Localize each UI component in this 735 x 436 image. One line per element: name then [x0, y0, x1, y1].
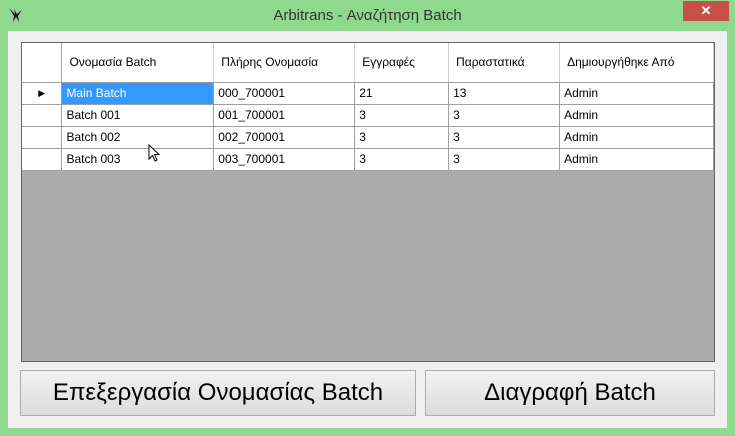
window-title: Arbitrans - Αναζήτηση Batch	[273, 7, 462, 24]
app-window: Arbitrans - Αναζήτηση Batch ✕ Ονομασία B…	[0, 0, 735, 436]
cell-full-name[interactable]: 002_700001	[213, 126, 356, 149]
cell-batch-name[interactable]: Batch 002	[61, 126, 215, 149]
row-header-cell[interactable]	[22, 104, 63, 127]
title-bar[interactable]: Arbitrans - Αναζήτηση Batch ✕	[0, 0, 735, 31]
cell-created-by[interactable]: Admin	[559, 148, 714, 171]
cell-batch-name[interactable]: Main Batch	[61, 82, 215, 105]
cell-full-name[interactable]: 003_700001	[213, 148, 356, 171]
close-icon: ✕	[700, 3, 712, 18]
current-row-indicator-icon[interactable]: ▶	[22, 82, 63, 105]
cell-created-by[interactable]: Admin	[559, 126, 714, 149]
corner-header-cell[interactable]	[22, 43, 63, 83]
cell-records[interactable]: 3	[354, 148, 450, 171]
cell-batch-name[interactable]: Batch 003	[61, 148, 215, 171]
table-row[interactable]: ▶ Main Batch 000_700001 21 13 Admin	[22, 82, 714, 105]
delete-batch-button[interactable]: Διαγραφή Batch	[425, 370, 715, 416]
cell-documents[interactable]: 3	[448, 104, 561, 127]
column-header-documents[interactable]: Παραστατικά	[448, 43, 561, 83]
batch-table: Ονομασία Batch Πλήρης Ονομασία Εγγραφές …	[22, 43, 714, 171]
cell-documents[interactable]: 3	[448, 148, 561, 171]
batch-grid[interactable]: Ονομασία Batch Πλήρης Ονομασία Εγγραφές …	[21, 42, 715, 362]
column-header-created-by[interactable]: Δημιουργήθηκε Από	[559, 43, 714, 83]
cell-documents[interactable]: 3	[448, 126, 561, 149]
cell-records[interactable]: 3	[354, 126, 450, 149]
mouse-pointer-icon	[148, 144, 161, 162]
row-header-cell[interactable]	[22, 126, 63, 149]
column-header-full-name[interactable]: Πλήρης Ονομασία	[213, 43, 356, 83]
close-button[interactable]: ✕	[683, 1, 729, 21]
cell-records[interactable]: 3	[354, 104, 450, 127]
table-row[interactable]: Batch 002 002_700001 3 3 Admin	[22, 126, 714, 149]
table-row[interactable]: Batch 001 001_700001 3 3 Admin	[22, 104, 714, 127]
cell-full-name[interactable]: 001_700001	[213, 104, 356, 127]
client-area: Ονομασία Batch Πλήρης Ονομασία Εγγραφές …	[8, 31, 727, 428]
cell-full-name[interactable]: 000_700001	[213, 82, 356, 105]
cell-created-by[interactable]: Admin	[559, 104, 714, 127]
cell-created-by[interactable]: Admin	[559, 82, 714, 105]
edit-batch-name-button[interactable]: Επεξεργασία Ονομασίας Batch	[20, 370, 416, 416]
cell-records[interactable]: 21	[354, 82, 450, 105]
cell-batch-name[interactable]: Batch 001	[61, 104, 215, 127]
header-row: Ονομασία Batch Πλήρης Ονομασία Εγγραφές …	[22, 43, 714, 83]
table-row[interactable]: Batch 003 003_700001 3 3 Admin	[22, 148, 714, 171]
column-header-batch-name[interactable]: Ονομασία Batch	[61, 43, 215, 83]
column-header-records[interactable]: Εγγραφές	[354, 43, 450, 83]
cell-documents[interactable]: 13	[448, 82, 561, 105]
row-header-cell[interactable]	[22, 148, 63, 171]
